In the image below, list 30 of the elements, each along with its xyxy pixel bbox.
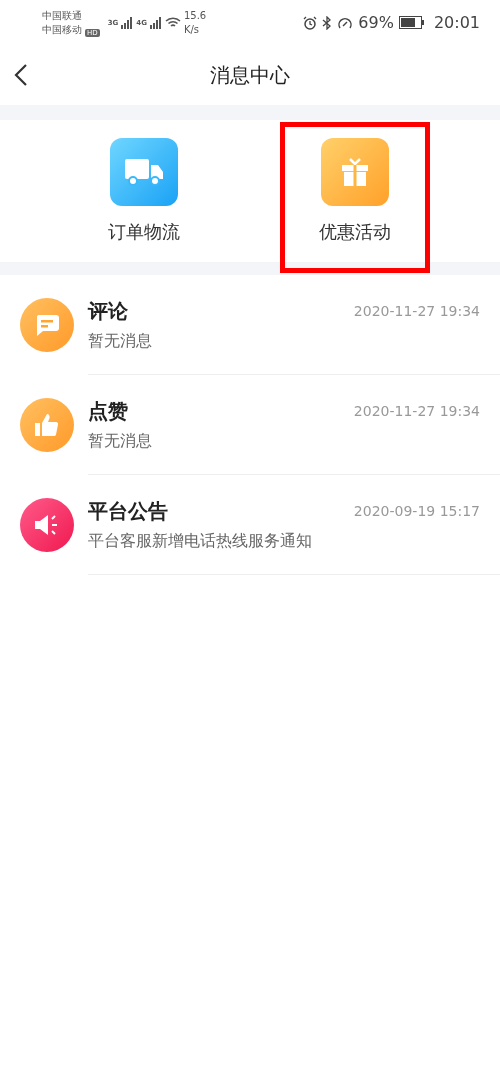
signal-icon — [121, 16, 134, 29]
clock-time: 20:01 — [433, 13, 480, 32]
battery-percent: 69% — [358, 13, 394, 32]
message-preview: 平台客服新增电话热线服务通知 — [88, 530, 313, 552]
shortcut-button[interactable]: 订单物流 — [78, 120, 210, 262]
message-preview: 暂无消息 — [88, 430, 153, 452]
network-speed: 15.6 — [183, 8, 207, 23]
wifi-icon — [164, 16, 181, 29]
message-time: 2020-11-27 19:34 — [353, 403, 480, 419]
thumbs-up-icon — [34, 412, 60, 438]
battery-icon — [398, 16, 425, 29]
message-preview: 暂无消息 — [88, 330, 153, 352]
back-icon — [14, 63, 28, 87]
message-title: 评论 — [88, 297, 128, 325]
bluetooth-icon — [322, 15, 333, 30]
truck-icon — [124, 157, 164, 187]
message-time: 2020-09-19 15:17 — [353, 503, 480, 519]
message-time: 2020-11-27 19:34 — [353, 303, 480, 319]
carrier-name: 中国联通 — [42, 8, 82, 23]
page-title: 消息中心 — [210, 61, 290, 89]
speedometer-icon — [337, 15, 354, 30]
signal-icon — [149, 16, 162, 29]
carrier-name: 中国移动 — [42, 22, 82, 37]
speed-unit: K/s — [183, 22, 201, 37]
shortcut-button[interactable]: 优惠活动 — [289, 120, 421, 262]
gift-icon — [340, 157, 370, 187]
message-title: 点赞 — [88, 397, 128, 425]
message-title: 平台公告 — [88, 497, 168, 525]
chat-bubble-icon — [34, 313, 60, 337]
alarm-icon — [303, 15, 318, 30]
